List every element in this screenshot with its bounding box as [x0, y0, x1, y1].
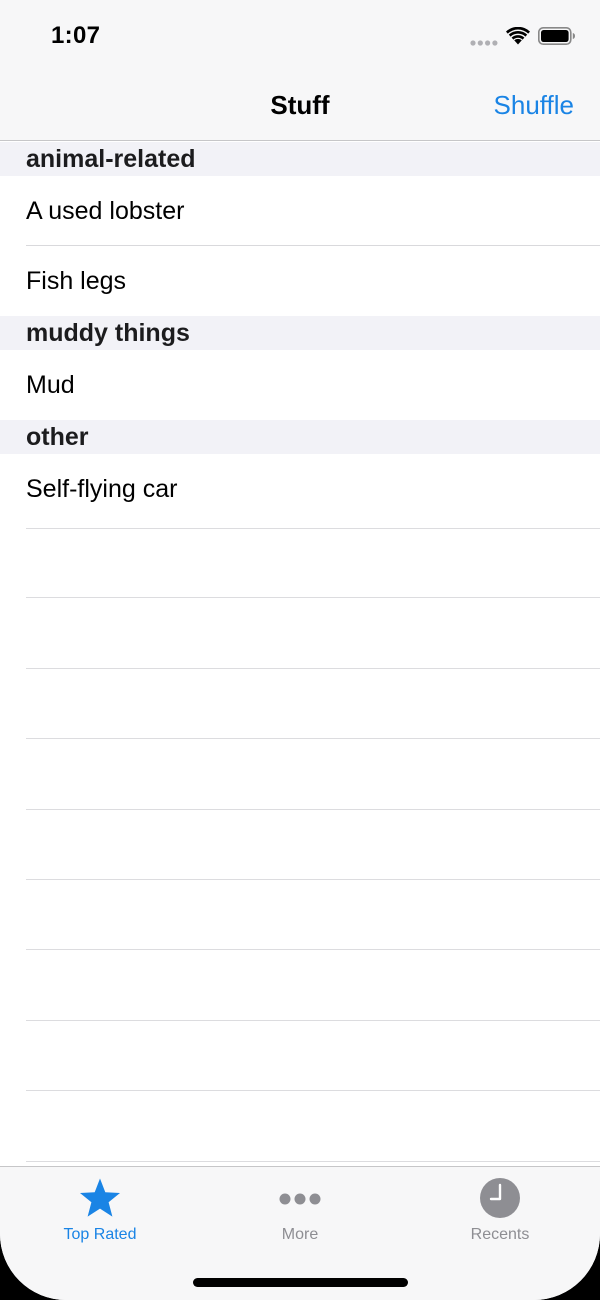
list-item[interactable]: Self-flying car	[0, 454, 600, 524]
star-icon	[80, 1178, 120, 1217]
navigation-bar: Stuff Shuffle	[0, 72, 600, 141]
list-item[interactable]: A used lobster	[0, 176, 600, 246]
empty-rows	[0, 528, 600, 1162]
status-time: 1:07	[51, 22, 101, 49]
tab-label: Top Rated	[63, 1226, 137, 1243]
home-indicator[interactable]	[193, 1278, 408, 1287]
phone-screen: 1:07 Stuff Shuffle animal-related A used…	[0, 0, 600, 1300]
wifi-icon	[506, 27, 530, 45]
battery-icon	[538, 27, 575, 45]
shuffle-button[interactable]: Shuffle	[494, 90, 574, 121]
row-separator	[0, 598, 600, 670]
tab-more[interactable]: More	[200, 1167, 400, 1257]
tab-label: Recents	[470, 1226, 530, 1243]
tab-recents[interactable]: Recents	[400, 1167, 600, 1257]
table-view[interactable]: animal-related A used lobster Fish legs …	[0, 142, 600, 524]
row-separator	[0, 1021, 600, 1092]
row-separator	[0, 528, 600, 599]
row-separator	[0, 1091, 600, 1162]
row-separator	[0, 880, 600, 951]
top-bar: 1:07 Stuff Shuffle	[0, 0, 600, 141]
section-header: animal-related	[0, 142, 600, 176]
tab-label: More	[281, 1226, 319, 1243]
more-icon	[279, 1193, 321, 1205]
status-bar: 1:07	[0, 0, 600, 72]
list-item[interactable]: Mud	[0, 350, 600, 420]
row-separator	[0, 669, 600, 740]
row-separator	[0, 810, 600, 881]
row-separator	[0, 950, 600, 1022]
section-header: other	[0, 420, 600, 454]
clock-icon	[480, 1178, 520, 1218]
tab-top-rated[interactable]: Top Rated	[0, 1167, 200, 1257]
list-item[interactable]: Fish legs	[0, 246, 600, 316]
signal-icon	[470, 40, 498, 46]
row-separator	[0, 739, 600, 810]
section-header: muddy things	[0, 316, 600, 350]
